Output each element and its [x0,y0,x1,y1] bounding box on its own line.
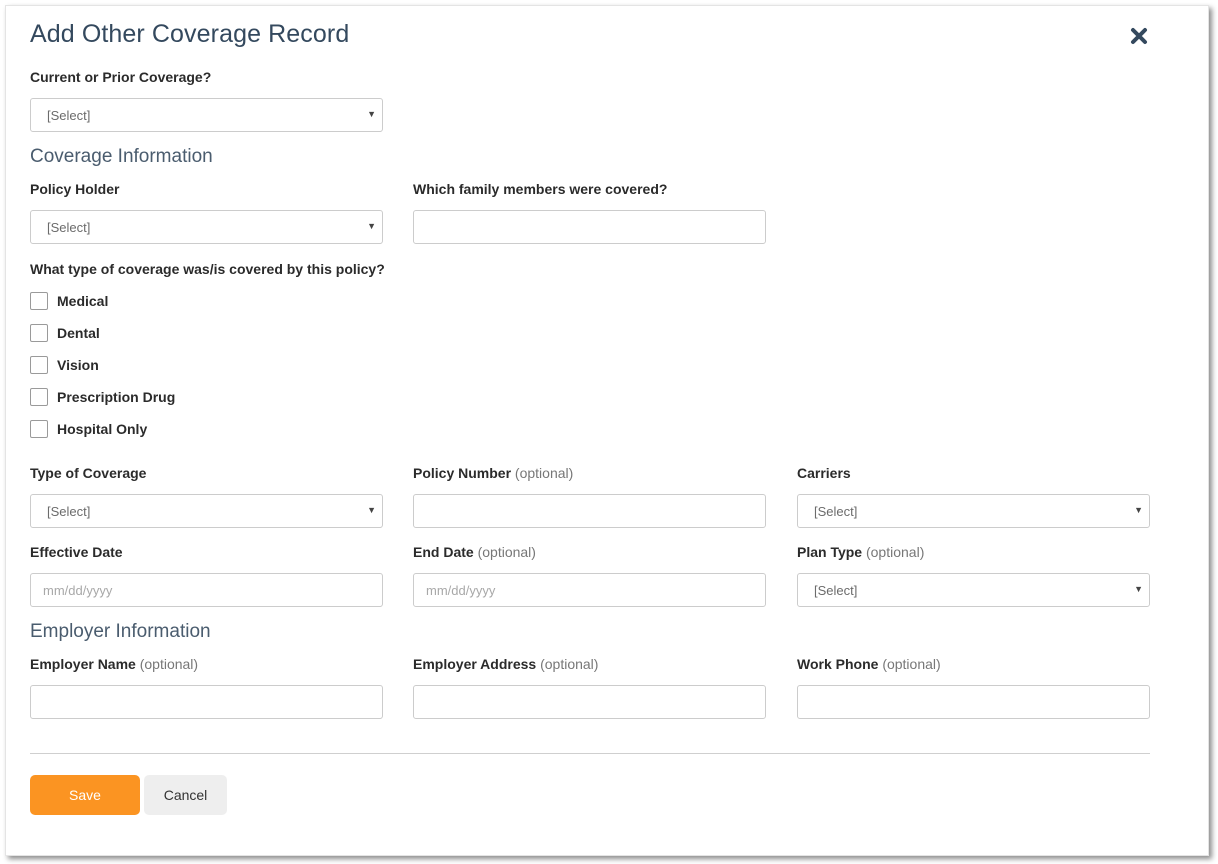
coverage-info-heading: Coverage Information [30,146,213,167]
family-members-label: Which family members were covered? [413,181,668,197]
checkbox-box[interactable] [30,388,48,406]
employer-info-heading: Employer Information [30,621,211,642]
save-button[interactable]: Save [30,775,140,815]
type-of-coverage-label: Type of Coverage [30,465,147,481]
checkbox-label: Vision [57,357,99,373]
checkbox-label: Hospital Only [57,421,148,437]
checkbox-hospital-only[interactable]: Hospital Only [30,419,147,439]
plan-type-select[interactable]: [Select] ▼ [797,573,1150,607]
modal-title: Add Other Coverage Record [30,20,350,48]
policy-number-label-text: Policy Number [413,465,512,481]
checkbox-label: Dental [57,325,100,341]
plan-type-label: Plan Type (optional) [797,544,924,560]
work-phone-label-text: Work Phone [797,656,879,672]
add-coverage-modal: Add Other Coverage Record Current or Pri… [5,5,1209,856]
employer-address-input[interactable] [413,685,766,719]
optional-tag: (optional) [882,656,941,672]
carriers-select[interactable]: [Select] ▼ [797,494,1150,528]
checkbox-box[interactable] [30,420,48,438]
policy-holder-value: [Select] [47,220,91,235]
optional-tag: (optional) [139,656,199,672]
employer-name-label-text: Employer Name [30,656,136,672]
checkbox-vision[interactable]: Vision [30,355,99,375]
chevron-down-icon: ▼ [1134,505,1143,515]
chevron-down-icon: ▼ [1134,584,1143,594]
type-of-coverage-select[interactable]: [Select] ▼ [30,494,383,528]
optional-tag: (optional) [514,465,574,481]
family-members-input[interactable] [413,210,766,244]
end-date-label: End Date (optional) [413,544,536,560]
plan-type-label-text: Plan Type [797,544,863,560]
carriers-value: [Select] [814,504,858,519]
carriers-label: Carriers [797,465,851,481]
current-prior-label: Current or Prior Coverage? [30,69,212,85]
chevron-down-icon: ▼ [367,109,376,119]
end-date-input[interactable]: mm/dd/yyyy [413,573,766,607]
checkbox-medical[interactable]: Medical [30,291,108,311]
close-button[interactable] [1128,25,1150,47]
chevron-down-icon: ▼ [367,221,376,231]
effective-date-input[interactable]: mm/dd/yyyy [30,573,383,607]
checkbox-box[interactable] [30,292,48,310]
close-x-icon [1131,28,1147,44]
chevron-down-icon: ▼ [367,505,376,515]
footer-divider [30,753,1150,754]
checkbox-label: Prescription Drug [57,389,176,405]
current-prior-value: [Select] [47,108,91,123]
optional-tag: (optional) [477,544,536,560]
work-phone-input[interactable] [797,685,1150,719]
checkbox-box[interactable] [30,356,48,374]
employer-address-label: Employer Address (optional) [413,656,598,672]
employer-address-label-text: Employer Address [413,656,537,672]
plan-type-value: [Select] [814,583,858,598]
cancel-button[interactable]: Cancel [144,775,227,815]
policy-number-input[interactable] [413,494,766,528]
type-of-coverage-value: [Select] [47,504,91,519]
policy-holder-select[interactable]: [Select] ▼ [30,210,383,244]
policy-number-label: Policy Number (optional) [413,465,573,481]
effective-date-placeholder: mm/dd/yyyy [43,583,113,598]
work-phone-label: Work Phone (optional) [797,656,941,672]
optional-tag: (optional) [865,544,925,560]
checkbox-label: Medical [57,293,109,309]
employer-name-label: Employer Name (optional) [30,656,198,672]
end-date-placeholder: mm/dd/yyyy [426,583,496,598]
current-prior-select[interactable]: [Select] ▼ [30,98,383,132]
checkbox-prescription-drug[interactable]: Prescription Drug [30,387,175,407]
optional-tag: (optional) [540,656,599,672]
checkbox-dental[interactable]: Dental [30,323,100,343]
effective-date-label: Effective Date [30,544,123,560]
checkbox-box[interactable] [30,324,48,342]
employer-name-input[interactable] [30,685,383,719]
policy-holder-label: Policy Holder [30,181,120,197]
coverage-types-question: What type of coverage was/is covered by … [30,261,385,277]
end-date-label-text: End Date [413,544,474,560]
